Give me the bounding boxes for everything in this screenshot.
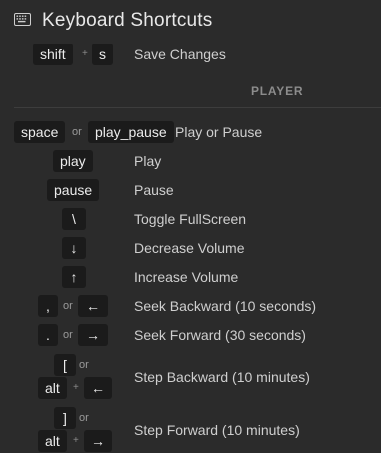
key-period: . xyxy=(38,324,58,346)
or-separator: or xyxy=(79,359,89,371)
key-space: space xyxy=(14,121,66,143)
key-right-bracket: ] xyxy=(54,407,76,429)
plus-separator: + xyxy=(82,48,88,59)
shortcut-description: Seek Backward (10 seconds) xyxy=(134,298,317,314)
shortcut-description: Step Forward (10 minutes) xyxy=(134,422,300,438)
key-alt: alt xyxy=(38,430,67,452)
key-arrow-right: → xyxy=(84,430,112,452)
key-alt: alt xyxy=(38,377,67,399)
key-shift: shift xyxy=(33,43,73,65)
key-arrow-left: ← xyxy=(84,377,112,399)
shortcut-description: Save Changes xyxy=(134,46,226,62)
shortcuts-scroll-area[interactable]: shift + s Save Changes PLAYER space or p… xyxy=(0,0,381,453)
shortcut-description: Step Backward (10 minutes) xyxy=(134,369,310,385)
or-separator: or xyxy=(79,412,89,424)
key-pause: pause xyxy=(47,179,100,201)
keyboard-icon xyxy=(14,13,31,26)
shortcut-description: Play xyxy=(134,153,162,169)
key-arrow-right: → xyxy=(78,324,108,346)
or-separator: or xyxy=(63,300,73,312)
key-left-bracket: [ xyxy=(54,354,76,376)
or-separator: or xyxy=(72,126,82,138)
shortcut-description: Decrease Volume xyxy=(134,240,245,256)
key-arrow-left: ← xyxy=(78,295,108,317)
keyboard-shortcuts-panel: shift + s Save Changes PLAYER space or p… xyxy=(0,0,381,453)
key-backslash: \ xyxy=(62,208,86,230)
section-divider xyxy=(14,107,381,108)
key-play: play xyxy=(53,150,93,172)
plus-separator: + xyxy=(73,435,79,446)
plus-separator: + xyxy=(73,382,79,393)
shortcut-description: Seek Forward (30 seconds) xyxy=(134,327,306,343)
panel-header: Keyboard Shortcuts xyxy=(0,0,381,44)
key-play-pause: play_pause xyxy=(88,121,174,143)
shortcut-description: Play or Pause xyxy=(175,124,263,140)
key-arrow-up: ↑ xyxy=(62,266,86,288)
key-s: s xyxy=(92,43,113,65)
panel-title: Keyboard Shortcuts xyxy=(42,10,213,31)
shortcut-description: Increase Volume xyxy=(134,269,239,285)
shortcut-description: Toggle FullScreen xyxy=(134,211,247,227)
or-separator: or xyxy=(63,329,73,341)
section-label-player: PLAYER xyxy=(251,84,304,98)
key-arrow-down: ↓ xyxy=(62,237,86,259)
key-comma: , xyxy=(38,295,58,317)
shortcut-description: Pause xyxy=(134,182,174,198)
